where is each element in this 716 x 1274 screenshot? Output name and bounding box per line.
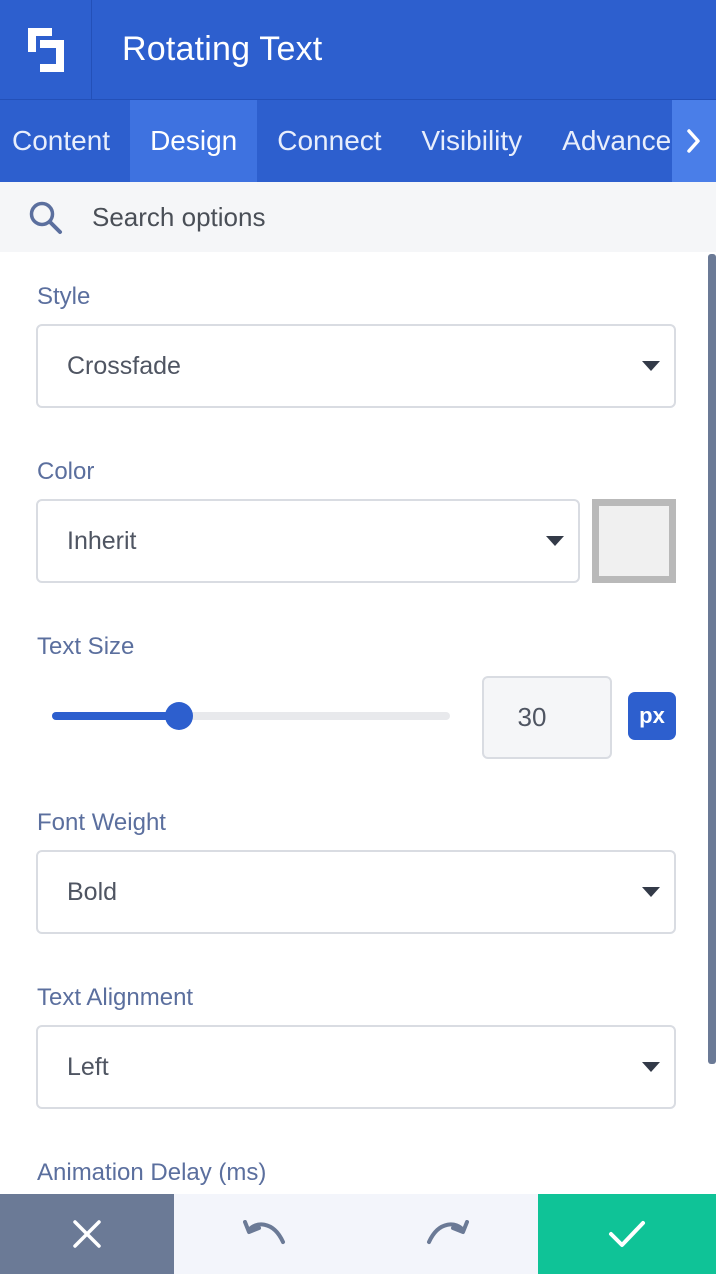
text-size-label: Text Size <box>37 633 135 660</box>
slider-thumb[interactable] <box>165 702 193 730</box>
text-alignment-label: Text Alignment <box>37 984 194 1011</box>
checkmark-icon <box>609 1221 645 1247</box>
search-icon <box>29 201 62 234</box>
panel-header: Rotating Text <box>0 0 716 100</box>
font-weight-select-value: Bold <box>67 877 118 906</box>
tab-visibility[interactable]: Visibility <box>402 100 543 182</box>
color-swatch[interactable] <box>592 499 676 583</box>
style-select-value: Crossfade <box>67 351 181 380</box>
search-bar <box>0 182 716 252</box>
text-alignment-select[interactable]: Left <box>36 1025 676 1109</box>
panel-title: Rotating Text <box>122 30 323 68</box>
caret-down-icon <box>642 361 660 371</box>
tab-connect[interactable]: Connect <box>257 100 401 182</box>
tab-content[interactable]: Content <box>0 100 130 182</box>
builder-logo-icon <box>27 27 64 72</box>
font-weight-label: Font Weight <box>37 809 166 836</box>
color-select[interactable]: Inherit <box>36 499 580 583</box>
logo[interactable] <box>0 0 92 100</box>
tabs-scroll-right-button[interactable] <box>672 100 716 182</box>
action-footer <box>0 1194 716 1274</box>
animation-delay-label: Animation Delay (ms) <box>37 1159 267 1186</box>
unit-selector-button[interactable]: px <box>628 692 676 740</box>
search-input[interactable] <box>92 194 672 240</box>
caret-down-icon <box>642 887 660 897</box>
slider-fill <box>52 712 179 720</box>
tab-design[interactable]: Design <box>130 100 258 182</box>
save-button[interactable] <box>538 1194 716 1274</box>
text-size-input[interactable] <box>482 676 612 759</box>
color-label: Color <box>37 458 95 485</box>
caret-down-icon <box>546 536 564 546</box>
close-button[interactable] <box>0 1194 174 1274</box>
redo-icon <box>427 1220 469 1244</box>
undo-icon <box>243 1220 285 1244</box>
style-select[interactable]: Crossfade <box>36 324 676 408</box>
font-weight-select[interactable]: Bold <box>36 850 676 934</box>
chevron-right-icon <box>687 129 700 153</box>
text-alignment-select-value: Left <box>67 1052 109 1081</box>
redo-button[interactable] <box>356 1194 538 1274</box>
caret-down-icon <box>642 1062 660 1072</box>
tab-bar: Content Design Connect Visibility Advanc… <box>0 100 716 182</box>
color-select-value: Inherit <box>67 526 137 555</box>
text-size-slider[interactable] <box>52 702 450 730</box>
undo-button[interactable] <box>174 1194 356 1274</box>
scrollbar[interactable] <box>708 254 716 1064</box>
close-icon <box>73 1220 101 1248</box>
style-label: Style <box>37 283 91 310</box>
